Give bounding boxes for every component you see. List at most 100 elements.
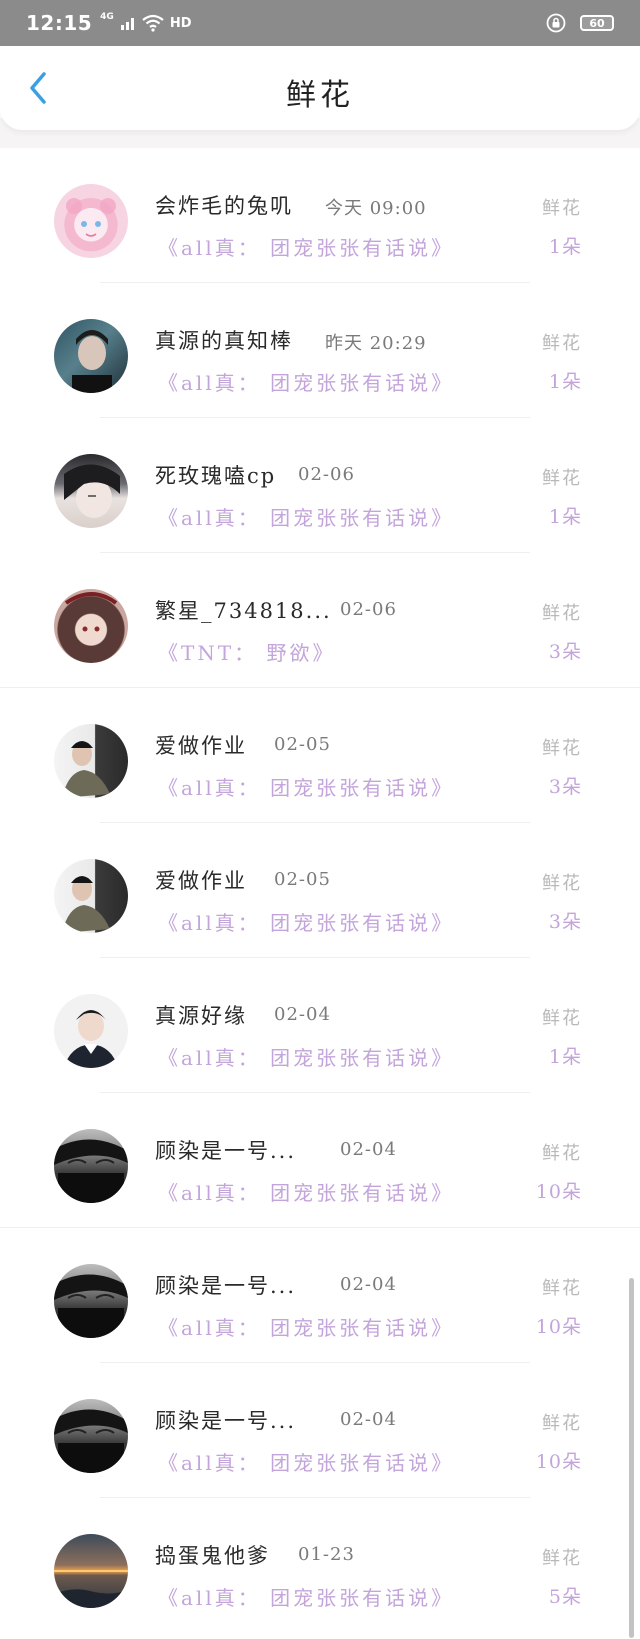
gift-count: 10朵	[535, 1181, 582, 1203]
gift-type: 鲜花	[542, 1278, 582, 1299]
gift-record-list: 会炸毛的兔叽 今天 09:00 《all真： 团宠张张有话说》 鲜花 1朵 真源…	[0, 148, 640, 1633]
send-time: 02-04	[340, 1409, 397, 1430]
sender-name: 爱做作业	[155, 734, 247, 758]
status-left: 12:15 4G HD	[26, 11, 192, 35]
list-item[interactable]: 爱做作业 02-05 《all真： 团宠张张有话说》 鲜花 3朵	[0, 688, 640, 823]
status-time: 12:15	[26, 11, 93, 35]
avatar-art	[54, 1139, 128, 1203]
send-time: 02-05	[274, 869, 331, 890]
status-bar: 12:15 4G HD 60	[0, 0, 640, 46]
gift-count: 1朵	[548, 506, 582, 528]
hd-indicator: HD	[169, 15, 192, 31]
gift-type: 鲜花	[542, 333, 582, 354]
book-title[interactable]: 《all真： 团宠张张有话说》	[158, 232, 454, 261]
send-time: 02-06	[298, 464, 355, 485]
book-title[interactable]: 《all真： 团宠张张有话说》	[158, 1177, 454, 1206]
gift-count: 3朵	[548, 911, 582, 933]
avatar[interactable]	[54, 184, 128, 258]
sender-name: 繁星_734818...	[155, 599, 332, 623]
sender-name: 会炸毛的兔叽	[155, 194, 293, 218]
page-title: 鲜花	[286, 78, 354, 113]
status-right: 60	[546, 13, 614, 33]
avatar[interactable]	[54, 589, 128, 663]
book-title[interactable]: 《all真： 团宠张张有话说》	[158, 907, 454, 936]
send-time: 02-05	[274, 734, 331, 755]
sender-name: 死玫瑰嗑cp	[155, 464, 277, 488]
avatar-art	[66, 198, 116, 237]
avatar-art	[54, 1570, 128, 1608]
gift-count: 3朵	[548, 776, 582, 798]
avatar[interactable]	[54, 1534, 128, 1608]
book-title[interactable]: 《all真： 团宠张张有话说》	[158, 1312, 454, 1341]
book-title[interactable]: 《all真： 团宠张张有话说》	[158, 1042, 454, 1071]
network-type: 4G	[100, 12, 114, 22]
book-title[interactable]: 《all真： 团宠张张有话说》	[158, 772, 454, 801]
send-time: 昨天 20:29	[325, 333, 427, 354]
nav-header: 鲜花	[0, 46, 640, 130]
avatar[interactable]	[54, 994, 128, 1068]
gift-type: 鲜花	[542, 1413, 582, 1434]
book-title[interactable]: 《TNT： 野欲》	[158, 637, 336, 666]
gift-count: 1朵	[548, 236, 582, 258]
list-item[interactable]: 爱做作业 02-05 《all真： 团宠张张有话说》 鲜花 3朵	[0, 823, 640, 958]
gift-type: 鲜花	[542, 198, 582, 219]
send-time: 02-04	[274, 1004, 331, 1025]
gift-type: 鲜花	[542, 738, 582, 759]
avatar-art	[62, 876, 110, 933]
sender-name: 真源好缘	[155, 1004, 247, 1028]
avatar[interactable]	[54, 319, 128, 393]
list-item[interactable]: 真源的真知棒 昨天 20:29 《all真： 团宠张张有话说》 鲜花 1朵	[0, 283, 640, 418]
send-time: 02-06	[340, 599, 397, 620]
list-item[interactable]: 死玫瑰嗑cp 02-06 《all真： 团宠张张有话说》 鲜花 1朵	[0, 418, 640, 553]
send-time: 今天 09:00	[325, 198, 427, 219]
list-item[interactable]: 顾染是一号... 02-04 《all真： 团宠张张有话说》 鲜花 10朵	[0, 1228, 640, 1363]
sender-name: 顾染是一号...	[155, 1409, 297, 1433]
wifi-icon	[142, 14, 164, 32]
avatar[interactable]	[54, 1264, 128, 1338]
signal-icon	[120, 18, 134, 30]
gift-count: 1朵	[548, 1046, 582, 1068]
avatar[interactable]	[54, 724, 128, 798]
gift-type: 鲜花	[542, 873, 582, 894]
gift-count: 5朵	[548, 1586, 582, 1608]
status-network: 4G HD	[100, 12, 192, 32]
gift-type: 鲜花	[542, 468, 582, 489]
list-item[interactable]: 顾染是一号... 02-04 《all真： 团宠张张有话说》 鲜花 10朵	[0, 1363, 640, 1498]
gift-count: 10朵	[535, 1316, 582, 1338]
sender-name: 捣蛋鬼他爹	[155, 1544, 270, 1568]
send-time: 02-04	[340, 1274, 397, 1295]
list-item[interactable]: 真源好缘 02-04 《all真： 团宠张张有话说》 鲜花 1朵	[0, 958, 640, 1093]
book-title[interactable]: 《all真： 团宠张张有话说》	[158, 367, 454, 396]
send-time: 02-04	[340, 1139, 397, 1160]
avatar-art	[62, 741, 110, 798]
avatar[interactable]	[54, 1399, 128, 1473]
scrollbar[interactable]	[629, 1278, 634, 1638]
avatar-art	[64, 1010, 118, 1068]
sender-name: 真源的真知棒	[155, 329, 293, 353]
list-item[interactable]: 捣蛋鬼他爹 01-23 《all真： 团宠张张有话说》 鲜花 5朵	[0, 1498, 640, 1633]
avatar[interactable]	[54, 859, 128, 933]
gift-count: 10朵	[535, 1451, 582, 1473]
avatar-art	[72, 330, 112, 393]
book-title[interactable]: 《all真： 团宠张张有话说》	[158, 1447, 454, 1476]
lock-icon	[546, 13, 566, 33]
battery-icon: 60	[580, 15, 614, 31]
book-title[interactable]: 《all真： 团宠张张有话说》	[158, 502, 454, 531]
sender-name: 爱做作业	[155, 869, 247, 893]
gift-type: 鲜花	[542, 1548, 582, 1569]
avatar[interactable]	[54, 1129, 128, 1203]
gift-count: 3朵	[548, 641, 582, 663]
gift-type: 鲜花	[542, 603, 582, 624]
list-item[interactable]: 会炸毛的兔叽 今天 09:00 《all真： 团宠张张有话说》 鲜花 1朵	[0, 148, 640, 283]
list-item[interactable]: 顾染是一号... 02-04 《all真： 团宠张张有话说》 鲜花 10朵	[0, 1093, 640, 1228]
book-title[interactable]: 《all真： 团宠张张有话说》	[158, 1582, 454, 1611]
sender-name: 顾染是一号...	[155, 1274, 297, 1298]
gift-type: 鲜花	[542, 1143, 582, 1164]
gift-type: 鲜花	[542, 1008, 582, 1029]
avatar-art	[54, 1409, 128, 1473]
avatar[interactable]	[54, 454, 128, 528]
list-item[interactable]: 繁星_734818... 02-06 《TNT： 野欲》 鲜花 3朵	[0, 553, 640, 688]
avatar-art	[54, 1274, 128, 1338]
gift-count: 1朵	[548, 371, 582, 393]
avatar-art	[64, 464, 120, 518]
